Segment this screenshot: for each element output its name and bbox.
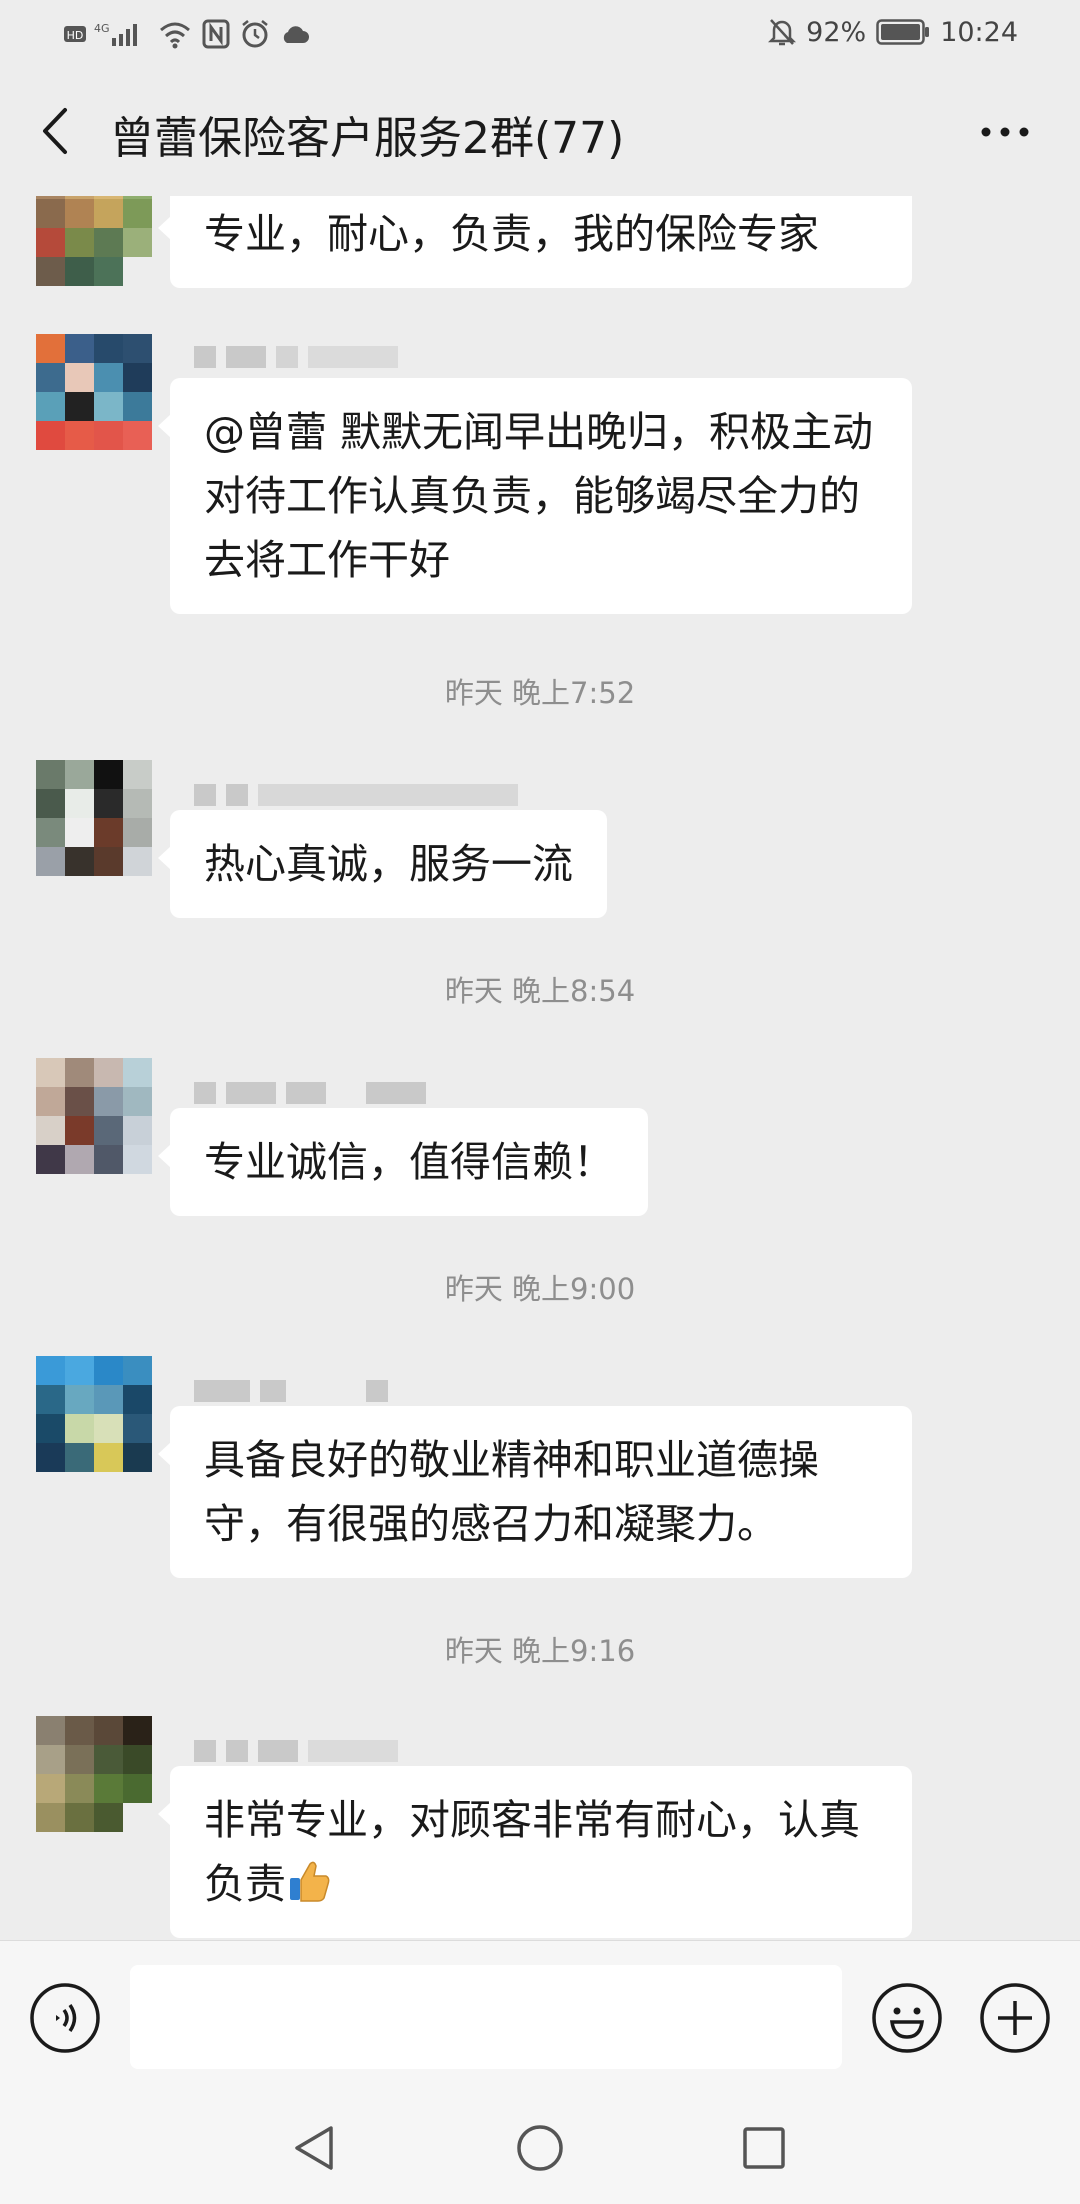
battery-icon <box>876 19 930 45</box>
message-text: 专业，耐心，负责，我的保险专家 <box>204 210 819 258</box>
circle-home-icon <box>517 2125 563 2171</box>
avatar[interactable] <box>36 760 152 876</box>
nav-back-button[interactable] <box>284 2118 344 2178</box>
message-input[interactable] <box>130 1965 842 2069</box>
message-text: 热心真诚，服务一流 <box>204 840 573 888</box>
triangle-back-icon <box>295 2126 333 2170</box>
message-bubble[interactable]: @曾蕾 默默无闻早出晚归，积极主动对待工作认真负责，能够竭尽全力的去将工作干好 <box>158 378 912 614</box>
timestamp: 昨天 晚上7:52 <box>444 676 636 710</box>
sender-name-blurred <box>194 1082 426 1104</box>
message-bubble[interactable]: 具备良好的敬业精神和职业道德操守，有很强的感召力和凝聚力。 <box>158 1406 912 1578</box>
status-right-indicators: 92% 10:24 <box>768 12 1018 52</box>
voice-icon <box>30 1983 100 2053</box>
mute-bell-icon <box>768 19 797 46</box>
chat-header: 曾蕾保险客户服务2群(77) <box>0 66 1080 196</box>
clock: 10:24 <box>940 16 1018 48</box>
sender-name-blurred <box>194 784 518 806</box>
avatar[interactable] <box>36 1716 152 1832</box>
add-button[interactable] <box>978 1981 1052 2055</box>
status-bar: HD 4G 92% 10:24 <box>0 0 1080 66</box>
sender-name-blurred <box>194 1380 388 1402</box>
more-button[interactable] <box>970 110 1040 154</box>
avatar[interactable] <box>36 334 152 450</box>
chat-title: 曾蕾保险客户服务2群(77) <box>110 113 625 164</box>
sender-name-blurred <box>194 1740 398 1762</box>
timestamp: 昨天 晚上9:16 <box>444 1634 636 1668</box>
svg-text:HD: HD <box>67 29 84 42</box>
svg-text:4G: 4G <box>94 22 110 35</box>
message-bubble[interactable]: 专业，耐心，负责，我的保险专家 <box>158 196 912 288</box>
timestamp: 昨天 晚上8:54 <box>444 974 636 1008</box>
square-recents-icon <box>743 2127 785 2169</box>
status-left-indicators: HD 4G <box>64 14 310 54</box>
thumbs-up-emoji-icon <box>290 1861 330 1902</box>
chevron-left-icon <box>43 108 67 154</box>
nfc-icon <box>202 19 230 49</box>
message-list[interactable]: 专业，耐心，负责，我的保险专家 @曾蕾 默默无闻早出晚归，积极主动对待工作认真负… <box>0 196 1080 1940</box>
avatar[interactable] <box>36 196 152 286</box>
back-button[interactable] <box>30 104 80 158</box>
message-text: 专业诚信，值得信赖！ <box>204 1138 614 1186</box>
message-bubble[interactable]: 专业诚信，值得信赖！ <box>158 1108 648 1216</box>
emoji-button[interactable] <box>870 1981 944 2055</box>
avatar[interactable] <box>36 1356 152 1472</box>
input-bar <box>0 1940 1080 2092</box>
hd-4g-signal-icon: HD 4G <box>64 22 137 46</box>
message-bubble[interactable]: 热心真诚，服务一流 <box>158 810 607 918</box>
more-dots-icon <box>981 127 1029 137</box>
avatar[interactable] <box>36 1058 152 1174</box>
system-nav-bar <box>0 2092 1080 2204</box>
plus-circle-icon <box>980 1983 1050 2053</box>
smiley-icon <box>872 1983 942 2053</box>
nav-recents-button[interactable] <box>734 2118 794 2178</box>
nav-home-button[interactable] <box>510 2118 570 2178</box>
wifi-icon <box>160 22 190 49</box>
message-bubble[interactable]: 非常专业，对顾客非常有耐心，认真负责 <box>158 1766 912 1938</box>
message-text: 具备良好的敬业精神和职业道德操守，有很强的感召力和凝聚力。 <box>204 1436 819 1548</box>
alarm-icon <box>242 20 268 48</box>
sender-name-blurred <box>194 346 398 368</box>
timestamp: 昨天 晚上9:00 <box>444 1272 636 1306</box>
voice-button[interactable] <box>28 1981 102 2055</box>
battery-percent: 92% <box>806 16 867 48</box>
message-text: @曾蕾 默默无闻早出晚归，积极主动对待工作认真负责，能够竭尽全力的去将工作干好 <box>204 408 874 584</box>
cloud-icon <box>283 26 309 43</box>
